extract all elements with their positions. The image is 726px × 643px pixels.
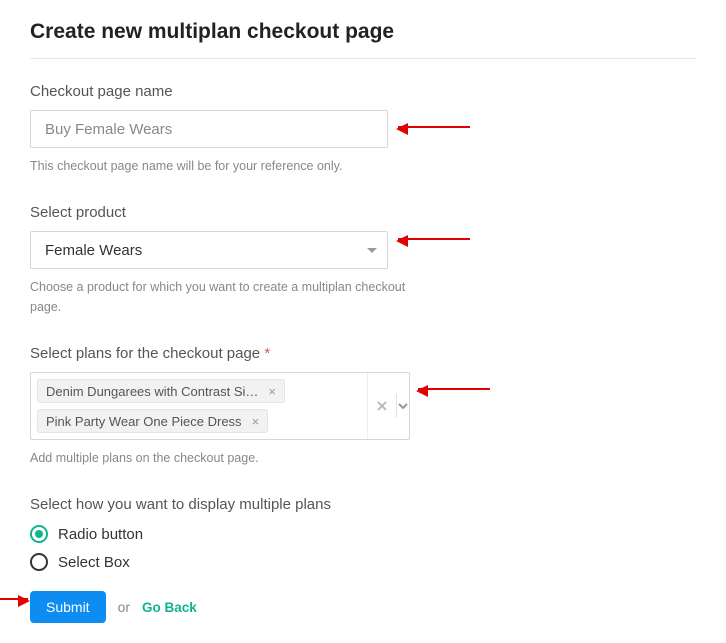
field-checkout-name: Checkout page name This checkout page na…: [30, 83, 696, 176]
display-radio-group: Radio button Select Box: [30, 525, 696, 571]
multiselect-controls: [367, 373, 409, 439]
label-select-product: Select product: [30, 204, 696, 221]
radio-label: Radio button: [58, 526, 143, 543]
helper-select-plans: Add multiple plans on the checkout page.: [30, 448, 410, 468]
field-display-mode: Select how you want to display multiple …: [30, 496, 696, 571]
tag-close-icon[interactable]: ×: [252, 415, 260, 428]
product-select-value: Female Wears: [45, 242, 367, 259]
radio-icon: [30, 525, 48, 543]
submit-button[interactable]: Submit: [30, 591, 106, 623]
form-actions: Submit or Go Back: [30, 591, 696, 623]
plan-tag-label: Denim Dungarees with Contrast Si…: [46, 384, 258, 399]
plan-tag: Denim Dungarees with Contrast Si… ×: [37, 379, 285, 403]
radio-label: Select Box: [58, 554, 130, 571]
plans-tags-area: Denim Dungarees with Contrast Si… × Pink…: [31, 373, 367, 439]
label-select-plans-text: Select plans for the checkout page: [30, 345, 260, 362]
radio-icon: [30, 553, 48, 571]
field-select-product: Select product Female Wears Choose a pro…: [30, 204, 696, 317]
required-asterisk: *: [264, 345, 270, 362]
plans-multiselect[interactable]: Denim Dungarees with Contrast Si… × Pink…: [30, 372, 410, 440]
caret-down-icon: [367, 248, 377, 253]
divider: [30, 58, 696, 59]
checkout-name-input[interactable]: [30, 110, 388, 148]
plan-tag: Pink Party Wear One Piece Dress ×: [37, 409, 268, 433]
page-title: Create new multiplan checkout page: [30, 20, 696, 44]
field-select-plans: Select plans for the checkout page * Den…: [30, 345, 696, 468]
radio-option-radio-button[interactable]: Radio button: [30, 525, 696, 543]
annotation-arrow-icon: [398, 238, 470, 240]
label-checkout-name: Checkout page name: [30, 83, 696, 100]
go-back-link[interactable]: Go Back: [142, 600, 197, 615]
plan-tag-label: Pink Party Wear One Piece Dress: [46, 414, 242, 429]
or-text: or: [118, 599, 130, 615]
tag-close-icon[interactable]: ×: [268, 385, 276, 398]
annotation-arrow-icon: [418, 388, 490, 390]
annotation-arrow-icon: [0, 598, 28, 600]
radio-option-select-box[interactable]: Select Box: [30, 553, 696, 571]
annotation-arrow-icon: [398, 126, 470, 128]
product-select[interactable]: Female Wears: [30, 231, 388, 269]
helper-checkout-name: This checkout page name will be for your…: [30, 156, 410, 176]
helper-select-product: Choose a product for which you want to c…: [30, 277, 410, 317]
chevron-down-icon[interactable]: [397, 400, 409, 412]
label-select-plans: Select plans for the checkout page *: [30, 345, 696, 362]
label-display-mode: Select how you want to display multiple …: [30, 496, 696, 513]
clear-all-icon[interactable]: [368, 400, 396, 412]
